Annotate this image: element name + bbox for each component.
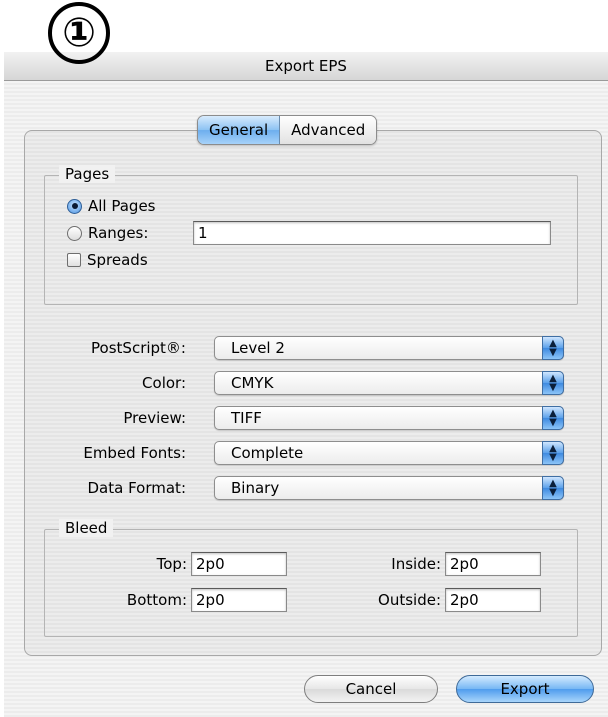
data-format-select[interactable]: Binary ▲ ▼ [214, 476, 564, 500]
preview-label: Preview: [123, 409, 186, 427]
ranges-input[interactable]: 1 [193, 221, 551, 245]
color-select[interactable]: CMYK ▲ ▼ [214, 371, 564, 395]
postscript-select[interactable]: Level 2 ▲ ▼ [214, 336, 564, 360]
embed-fonts-select[interactable]: Complete ▲ ▼ [214, 441, 564, 465]
spreads-option[interactable]: Spreads [67, 251, 148, 269]
color-label: Color: [142, 374, 186, 392]
ranges-option[interactable]: Ranges: [67, 224, 148, 242]
chevron-up-down-icon: ▲ ▼ [542, 336, 564, 360]
pages-group-label: Pages [59, 165, 116, 183]
ranges-radio[interactable] [67, 225, 82, 241]
chevron-up-down-icon: ▲ ▼ [542, 371, 564, 395]
bleed-inside-label: Inside: [391, 555, 441, 573]
chevron-up-down-icon: ▲ ▼ [542, 406, 564, 430]
pages-group: Pages All Pages Ranges: 1 Spreads [44, 165, 578, 305]
bleed-outside-label: Outside: [378, 591, 441, 609]
bleed-bottom-label: Bottom: [126, 591, 187, 609]
embed-fonts-value: Complete [231, 444, 304, 462]
preview-value: TIFF [231, 409, 262, 427]
color-value: CMYK [231, 374, 274, 392]
tab-advanced[interactable]: Advanced [280, 116, 377, 144]
all-pages-label: All Pages [88, 197, 156, 215]
postscript-label: PostScript®: [91, 339, 186, 357]
tab-general[interactable]: General [198, 116, 281, 144]
cancel-button[interactable]: Cancel [304, 675, 438, 703]
embed-fonts-label: Embed Fonts: [83, 444, 186, 462]
spreads-label: Spreads [87, 251, 148, 269]
all-pages-option[interactable]: All Pages [67, 197, 156, 215]
bleed-group-label: Bleed [59, 519, 114, 537]
chevron-up-down-icon: ▲ ▼ [542, 476, 564, 500]
chevron-up-down-icon: ▲ ▼ [542, 441, 564, 465]
tab-bar: General Advanced [197, 115, 378, 145]
data-format-value: Binary [231, 479, 280, 497]
preview-select[interactable]: TIFF ▲ ▼ [214, 406, 564, 430]
bleed-inside-input[interactable]: 2p0 [445, 552, 541, 576]
ranges-label: Ranges: [88, 224, 149, 242]
postscript-value: Level 2 [231, 339, 285, 357]
bleed-outside-input[interactable]: 2p0 [445, 588, 541, 612]
data-format-label: Data Format: [87, 479, 187, 497]
general-tab-pane: Pages All Pages Ranges: 1 Spreads PostSc… [24, 130, 602, 656]
bleed-top-label: Top: [156, 555, 187, 573]
step-number-badge: ① [48, 2, 110, 64]
export-eps-dialog: Export EPS General Advanced Pages All Pa… [4, 0, 608, 717]
dialog-body: General Advanced Pages All Pages Ranges:… [4, 81, 608, 717]
all-pages-radio[interactable] [67, 198, 82, 214]
spreads-checkbox[interactable] [67, 253, 81, 267]
bleed-group: Bleed Top: 2p0 Bottom: 2p0 Inside: 2p0 O… [44, 519, 578, 637]
export-button[interactable]: Export [456, 675, 594, 703]
